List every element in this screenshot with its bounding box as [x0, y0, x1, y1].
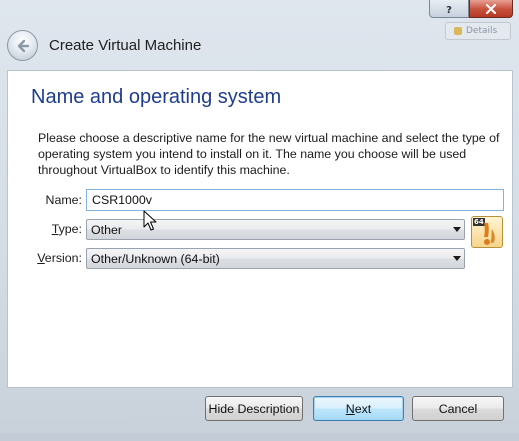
back-button[interactable]	[7, 30, 38, 61]
wizard-footer: Hide Description Next Cancel	[0, 388, 515, 433]
chevron-down-icon	[450, 220, 464, 239]
back-arrow-icon	[17, 39, 29, 52]
next-button[interactable]: Next	[313, 396, 404, 421]
cancel-button[interactable]: Cancel	[412, 396, 504, 421]
page-heading: Name and operating system	[31, 86, 282, 108]
version-select[interactable]: Other/Unknown (64-bit)	[86, 248, 465, 269]
hide-description-button[interactable]: Hide Description	[205, 396, 303, 421]
next-button-mnemonic: N	[345, 401, 355, 416]
version-select-value: Other/Unknown (64-bit)	[91, 251, 220, 266]
type-label-rest: ype:	[58, 222, 82, 236]
version-label: Version:	[18, 251, 82, 265]
type-label: Type:	[28, 222, 82, 236]
wizard-content-panel: Name and operating system Please choose …	[7, 70, 513, 388]
create-vm-wizard: Create Virtual Machine Name and operatin…	[0, 0, 515, 437]
name-label: Name:	[45, 193, 83, 207]
name-input[interactable]	[86, 189, 504, 211]
type-label-mnemonic: T	[51, 222, 59, 236]
wizard-header: Create Virtual Machine	[0, 22, 515, 68]
type-select-value: Other	[91, 222, 122, 237]
wizard-title: Create Virtual Machine	[49, 37, 202, 54]
chevron-down-icon	[450, 249, 464, 268]
page-description: Please choose a descriptive name for the…	[38, 131, 500, 177]
version-label-rest: ersion:	[44, 251, 82, 265]
next-button-rest: ext	[354, 401, 372, 416]
other-os-64-icon: 64	[471, 216, 503, 248]
mouse-cursor-icon	[143, 210, 157, 231]
version-label-mnemonic: V	[37, 251, 45, 265]
